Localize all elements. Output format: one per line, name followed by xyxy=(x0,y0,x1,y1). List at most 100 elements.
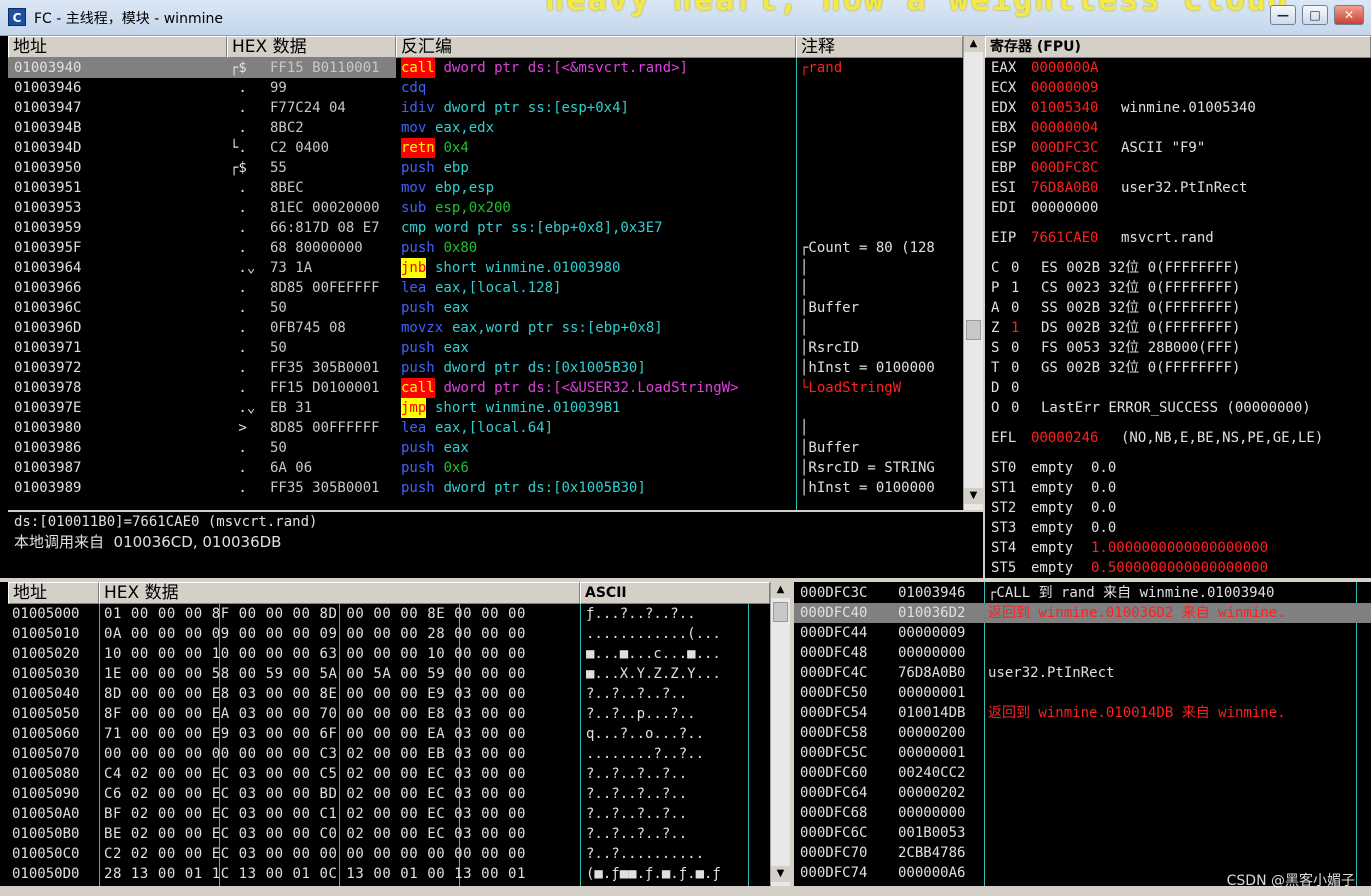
stack-value[interactable]: 00000200 xyxy=(898,723,965,743)
fpu-value[interactable]: 0.0 xyxy=(1091,458,1116,478)
stack-address[interactable]: 000DFC70 xyxy=(800,843,867,863)
instruction-address[interactable]: 01003940 xyxy=(14,58,81,78)
dump-hex-bytes[interactable]: 0A 00 00 00 09 00 00 00 09 00 00 00 28 0… xyxy=(104,624,526,644)
scroll-down-icon[interactable]: ▼ xyxy=(771,866,790,882)
mnemonic[interactable]: push xyxy=(401,238,435,258)
mnemonic[interactable]: movzx xyxy=(401,318,443,338)
instruction-address[interactable]: 01003946 xyxy=(14,78,81,98)
instruction-address[interactable]: 0100395F xyxy=(14,238,81,258)
fpu-value[interactable]: 0.5000000000000000000 xyxy=(1091,558,1268,578)
mnemonic[interactable]: push xyxy=(401,478,435,498)
registers-pane[interactable]: EAX 0000000A ECX 00000009 EDX 01005340 winmine… xyxy=(985,58,1371,578)
stack-value[interactable]: 01003946 xyxy=(898,583,965,603)
mnemonic[interactable]: push xyxy=(401,158,435,178)
scroll-thumb[interactable] xyxy=(966,320,981,340)
dump-header-ascii[interactable]: ASCII xyxy=(580,582,770,604)
dump-address[interactable]: 01005020 xyxy=(12,644,79,664)
instruction-address[interactable]: 01003951 xyxy=(14,178,81,198)
dump-address[interactable]: 010050B0 xyxy=(12,824,79,844)
dump-address[interactable]: 01005050 xyxy=(12,704,79,724)
mnemonic[interactable]: push xyxy=(401,338,435,358)
dump-address[interactable]: 01005030 xyxy=(12,664,79,684)
stack-address[interactable]: 000DFC44 xyxy=(800,623,867,643)
instruction-address[interactable]: 01003987 xyxy=(14,458,81,478)
mnemonic[interactable]: push xyxy=(401,298,435,318)
dump-hex-bytes[interactable]: 8D 00 00 00 E8 03 00 00 8E 00 00 00 E9 0… xyxy=(104,684,526,704)
stack-value[interactable]: 00240CC2 xyxy=(898,763,965,783)
stack-value[interactable]: 010036D2 xyxy=(898,603,965,623)
instruction-address[interactable]: 0100396D xyxy=(14,318,81,338)
dump-hex-bytes[interactable]: BE 02 00 00 EC 03 00 00 C0 02 00 00 EC 0… xyxy=(104,824,526,844)
register-value[interactable]: 00000246 xyxy=(1031,428,1098,448)
dump-address[interactable]: 01005090 xyxy=(12,784,79,804)
register-value[interactable]: 76D8A0B0 xyxy=(1031,178,1098,198)
mnemonic[interactable]: lea xyxy=(401,278,426,298)
register-value[interactable]: 00000009 xyxy=(1031,78,1098,98)
dump-hex-bytes[interactable]: C6 02 00 00 EC 03 00 00 BD 02 00 00 EC 0… xyxy=(104,784,526,804)
stack-address[interactable]: 000DFC4C xyxy=(800,663,867,683)
scroll-up-icon[interactable]: ▲ xyxy=(771,582,790,598)
instruction-address[interactable]: 0100394D xyxy=(14,138,81,158)
dump-address[interactable]: 01005010 xyxy=(12,624,79,644)
instruction-address[interactable]: 01003950 xyxy=(14,158,81,178)
instruction-address[interactable]: 01003989 xyxy=(14,478,81,498)
dump-hex-bytes[interactable]: 1E 00 00 00 58 00 59 00 5A 00 5A 00 59 0… xyxy=(104,664,526,684)
mnemonic[interactable]: push xyxy=(401,438,435,458)
dump-hex-bytes[interactable]: 00 00 00 00 00 00 00 00 C3 02 00 00 EB 0… xyxy=(104,744,526,764)
stack-address[interactable]: 000DFC5C xyxy=(800,743,867,763)
cpu-header-disasm[interactable]: 反汇编 xyxy=(396,36,796,58)
dump-hex-bytes[interactable]: C2 02 00 00 EC 03 00 00 00 00 00 00 00 0… xyxy=(104,844,526,864)
instruction-address[interactable]: 01003953 xyxy=(14,198,81,218)
stack-address[interactable]: 000DFC58 xyxy=(800,723,867,743)
cpu-header-hex[interactable]: HEX 数据 xyxy=(227,36,396,58)
instruction-address[interactable]: 01003978 xyxy=(14,378,81,398)
stack-address[interactable]: 000DFC54 xyxy=(800,703,867,723)
flag-value[interactable]: 0 xyxy=(1011,258,1019,278)
mnemonic[interactable]: cdq xyxy=(401,78,426,98)
dump-address[interactable]: 010050D0 xyxy=(12,864,79,884)
stack-value[interactable]: 2CBB4786 xyxy=(898,843,965,863)
fpu-value[interactable]: 0.0 xyxy=(1091,478,1116,498)
scroll-down-icon[interactable]: ▼ xyxy=(964,488,983,504)
register-value[interactable]: 7661CAE0 xyxy=(1031,228,1098,248)
dump-hex-bytes[interactable]: 10 00 00 00 10 00 00 00 63 00 00 00 10 0… xyxy=(104,644,526,664)
instruction-address[interactable]: 01003964 xyxy=(14,258,81,278)
register-value[interactable]: 00000000 xyxy=(1031,198,1098,218)
dump-address[interactable]: 01005060 xyxy=(12,724,79,744)
flag-value[interactable]: 1 xyxy=(1011,318,1019,338)
stack-address[interactable]: 000DFC6C xyxy=(800,823,867,843)
stack-address[interactable]: 000DFC50 xyxy=(800,683,867,703)
dump-hex-bytes[interactable]: C4 02 00 00 EC 03 00 00 C5 02 00 00 EC 0… xyxy=(104,764,526,784)
scroll-up-icon[interactable]: ▲ xyxy=(964,36,983,52)
minimize-button[interactable]: — xyxy=(1270,5,1296,25)
mnemonic[interactable]: push xyxy=(401,358,435,378)
dump-hex-bytes[interactable]: BF 02 00 00 EC 03 00 00 C1 02 00 00 EC 0… xyxy=(104,804,526,824)
stack-address[interactable]: 000DFC68 xyxy=(800,803,867,823)
instruction-address[interactable]: 01003966 xyxy=(14,278,81,298)
flag-value[interactable]: 0 xyxy=(1011,298,1019,318)
stack-value[interactable]: 00000001 xyxy=(898,743,965,763)
mnemonic[interactable]: idiv xyxy=(401,98,435,118)
stack-address[interactable]: 000DFC48 xyxy=(800,643,867,663)
stack-address[interactable]: 000DFC60 xyxy=(800,763,867,783)
instruction-address[interactable]: 01003980 xyxy=(14,418,81,438)
stack-value[interactable]: 76D8A0B0 xyxy=(898,663,965,683)
register-value[interactable]: 00000004 xyxy=(1031,118,1098,138)
maximize-button[interactable]: □ xyxy=(1302,5,1328,25)
mnemonic[interactable]: jnb xyxy=(401,258,427,278)
instruction-address[interactable]: 01003971 xyxy=(14,338,81,358)
stack-address[interactable]: 000DFC64 xyxy=(800,783,867,803)
cpu-header-comment[interactable]: 注释 xyxy=(796,36,963,58)
cpu-header-address[interactable]: 地址 xyxy=(8,36,227,58)
dump-address[interactable]: 01005000 xyxy=(12,604,79,624)
disassembly-pane[interactable]: 01003940 ┌$ FF15 B0110001 call dword ptr ds:… xyxy=(8,58,963,510)
instruction-address[interactable]: 0100396C xyxy=(14,298,81,318)
stack-value[interactable]: 00000202 xyxy=(898,783,965,803)
instruction-address[interactable]: 01003947 xyxy=(14,98,81,118)
fpu-value[interactable]: 0.0 xyxy=(1091,518,1116,538)
stack-value[interactable]: 00000000 xyxy=(898,643,965,663)
mnemonic[interactable]: mov xyxy=(401,118,426,138)
mnemonic[interactable]: cmp xyxy=(401,218,426,238)
mnemonic[interactable]: lea xyxy=(401,418,426,438)
mnemonic[interactable]: jmp xyxy=(401,398,427,418)
